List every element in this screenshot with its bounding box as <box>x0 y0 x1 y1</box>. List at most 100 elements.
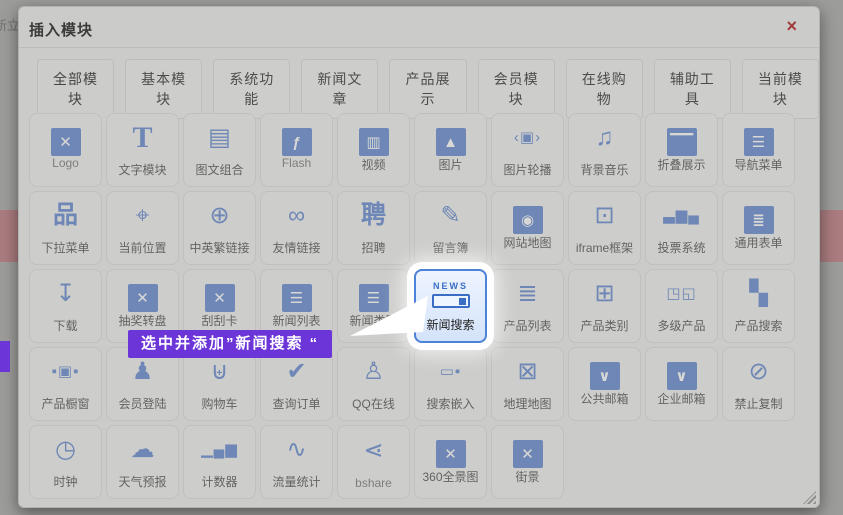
tab-基本模块[interactable]: 基本模块 <box>125 59 202 119</box>
module-label: 购物车 <box>201 395 237 412</box>
module-tile-bshare[interactable]: ⋖bshare <box>337 425 410 499</box>
insert-module-dialog: 插入模块 × 全部模块基本模块系统功能新闻文章产品展示会员模块在线购物辅助工具当… <box>18 6 820 508</box>
download-icon: ↧ <box>55 270 75 317</box>
resize-grip-icon[interactable] <box>803 491 816 504</box>
module-tile-图片[interactable]: ▲图片 <box>414 113 487 187</box>
dialog-title: 插入模块 <box>29 19 93 40</box>
module-tile-下拉菜单[interactable]: 品下拉菜单 <box>29 191 102 265</box>
lottery-wheel-icon: ✕ <box>128 284 158 312</box>
product-list-icon: ≣ <box>517 270 537 317</box>
module-tile-文字模块[interactable]: T文字模块 <box>106 113 179 187</box>
nav-menu-icon: ☰ <box>744 128 774 156</box>
module-tile-禁止复制[interactable]: ⊘禁止复制 <box>722 347 795 421</box>
module-label: 产品列表 <box>503 317 551 334</box>
module-tile-时钟[interactable]: ◷时钟 <box>29 425 102 499</box>
module-tile-投票系统[interactable]: ▃▆▄投票系统 <box>645 191 718 265</box>
module-label: 文字模块 <box>118 161 166 178</box>
module-label: bshare <box>355 476 392 490</box>
share-icon: ⋖ <box>363 426 383 476</box>
enterprise-mailbox-icon: ∨ <box>667 362 697 390</box>
module-tile-街景[interactable]: ✕街景 <box>491 425 564 499</box>
tab-在线购物[interactable]: 在线购物 <box>566 59 643 119</box>
module-tile-天气预报[interactable]: ☁天气预报 <box>106 425 179 499</box>
module-label: 计数器 <box>201 473 237 490</box>
module-tile-产品橱窗[interactable]: ▪▣▪产品橱窗 <box>29 347 102 421</box>
module-tile-iframe框架[interactable]: ⊡iframe框架 <box>568 191 641 265</box>
tab-系统功能[interactable]: 系统功能 <box>213 59 290 119</box>
module-tile-流量统计[interactable]: ∿流量统计 <box>260 425 333 499</box>
clock-icon: ◷ <box>55 426 76 473</box>
module-tile-导航菜单[interactable]: ☰导航菜单 <box>722 113 795 187</box>
module-label: 刮刮卡 <box>201 312 237 329</box>
module-label: 折叠展示 <box>657 156 705 173</box>
module-label: Flash <box>282 156 311 170</box>
traffic-stats-icon: ∿ <box>286 426 306 473</box>
recruit-icon: 聘 <box>361 192 386 239</box>
tooltip-callout-arrow <box>345 290 435 345</box>
module-label: 360全景图 <box>422 468 478 485</box>
module-tile-图文组合[interactable]: ▤图文组合 <box>183 113 256 187</box>
module-label: 抽奖转盘 <box>118 312 166 329</box>
module-tile-Flash[interactable]: ƒFlash <box>260 113 333 187</box>
module-label: 流量统计 <box>272 473 320 490</box>
module-label: 友情链接 <box>272 239 320 256</box>
module-tile-留言簿[interactable]: ✎留言簿 <box>414 191 487 265</box>
module-tile-通用表单[interactable]: ≣通用表单 <box>722 191 795 265</box>
module-label: 网站地图 <box>503 234 551 251</box>
module-label: 图片轮播 <box>503 161 551 178</box>
module-tile-产品搜索[interactable]: ▚产品搜索 <box>722 269 795 343</box>
module-tile-产品类别[interactable]: ⊞产品类别 <box>568 269 641 343</box>
tab-新闻文章[interactable]: 新闻文章 <box>301 59 378 119</box>
module-label: 会员登陆 <box>118 395 166 412</box>
module-label: QQ在线 <box>352 395 395 412</box>
module-tile-计数器[interactable]: ▁▄▆计数器 <box>183 425 256 499</box>
tab-辅助工具[interactable]: 辅助工具 <box>654 59 731 119</box>
tab-当前模块[interactable]: 当前模块 <box>742 59 819 119</box>
module-tile-招聘[interactable]: 聘招聘 <box>337 191 410 265</box>
module-label: 地理地图 <box>503 395 551 412</box>
public-mailbox-icon: ∨ <box>590 362 620 390</box>
module-tile-360全景图[interactable]: ✕360全景图 <box>414 425 487 499</box>
module-tile-会员登陆[interactable]: ♟会员登陆 <box>106 347 179 421</box>
module-label: 企业邮箱 <box>657 390 705 407</box>
module-tile-查询订单[interactable]: ✔查询订单 <box>260 347 333 421</box>
counter-icon: ▁▄▆ <box>201 426 238 473</box>
search-embed-icon: ▭▪ <box>440 348 462 395</box>
module-tile-企业邮箱[interactable]: ∨企业邮箱 <box>645 347 718 421</box>
module-tile-折叠展示[interactable]: ▔▔折叠展示 <box>645 113 718 187</box>
module-label: 下拉菜单 <box>41 239 89 256</box>
dialog-header: 插入模块 × <box>19 7 819 48</box>
module-label: 留言簿 <box>432 239 468 256</box>
module-tile-产品列表[interactable]: ≣产品列表 <box>491 269 564 343</box>
streetview-icon: ✕ <box>513 440 543 468</box>
scratch-card-icon: ✕ <box>205 284 235 312</box>
tab-产品展示[interactable]: 产品展示 <box>389 59 466 119</box>
module-tile-视频[interactable]: ▥视频 <box>337 113 410 187</box>
module-tile-QQ在线[interactable]: ♙QQ在线 <box>337 347 410 421</box>
module-tile-下载[interactable]: ↧下载 <box>29 269 102 343</box>
module-tile-Logo[interactable]: ✕Logo <box>29 113 102 187</box>
background-clipped-text: 新立 <box>0 15 20 34</box>
module-tile-中英繁链接[interactable]: ⊕中英繁链接 <box>183 191 256 265</box>
module-tile-友情链接[interactable]: ∞友情链接 <box>260 191 333 265</box>
module-tile-地理地图[interactable]: ⊠地理地图 <box>491 347 564 421</box>
module-tile-背景音乐[interactable]: ♫背景音乐 <box>568 113 641 187</box>
module-tile-网站地图[interactable]: ◉网站地图 <box>491 191 564 265</box>
module-tile-搜索嵌入[interactable]: ▭▪搜索嵌入 <box>414 347 487 421</box>
tab-会员模块[interactable]: 会员模块 <box>478 59 555 119</box>
close-icon[interactable]: × <box>786 16 797 36</box>
module-tile-当前位置[interactable]: ⌖当前位置 <box>106 191 179 265</box>
video-icon: ▥ <box>359 128 389 156</box>
module-tile-多级产品[interactable]: ◳◱多级产品 <box>645 269 718 343</box>
picture-icon: ▲ <box>436 128 466 156</box>
module-label: 导航菜单 <box>734 156 782 173</box>
module-tile-图片轮播[interactable]: ‹▣›图片轮播 <box>491 113 564 187</box>
text-icon: T <box>132 114 152 161</box>
news-word: NEWS <box>433 281 468 291</box>
module-label: 中英繁链接 <box>189 239 249 256</box>
dropdown-menu-icon: 品 <box>53 192 78 239</box>
module-tile-购物车[interactable]: ⊎购物车 <box>183 347 256 421</box>
module-label: 新闻列表 <box>272 312 320 329</box>
module-label: 当前位置 <box>118 239 166 256</box>
module-tile-公共邮箱[interactable]: ∨公共邮箱 <box>568 347 641 421</box>
